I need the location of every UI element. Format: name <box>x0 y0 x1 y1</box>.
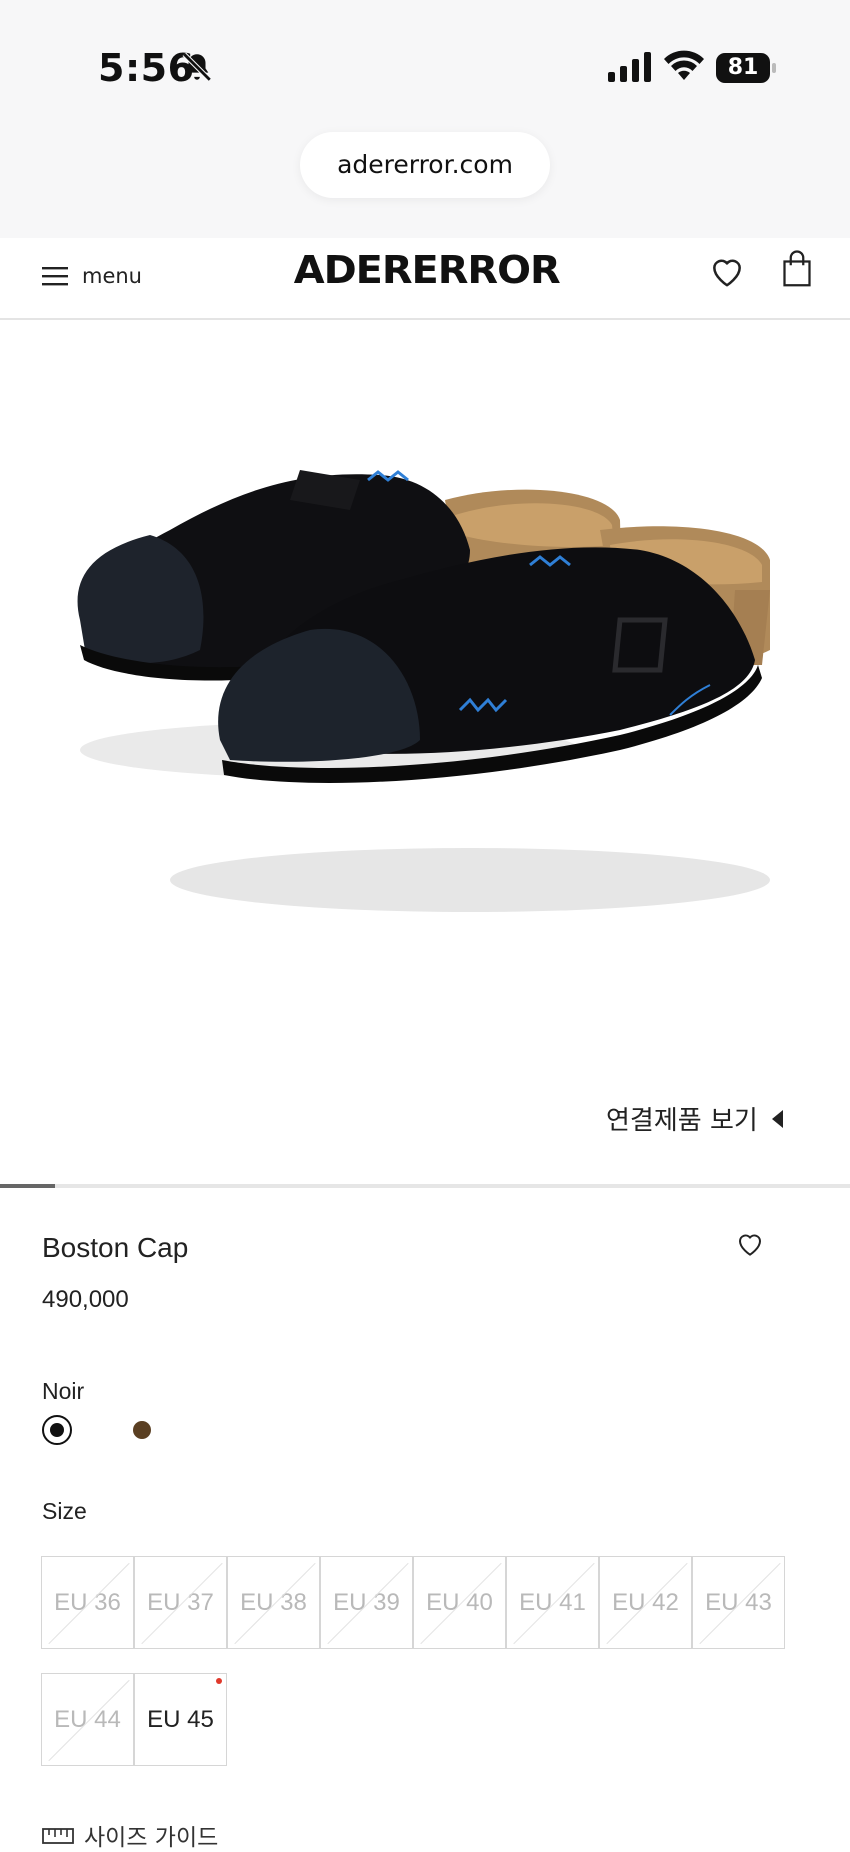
bell-muted-icon <box>182 52 212 82</box>
size-guide-link[interactable]: 사이즈 가이드 <box>42 1818 218 1852</box>
color-swatch-brown[interactable] <box>133 1421 151 1439</box>
related-products-label: 연결제품 보기 <box>606 1106 758 1136</box>
product-name: Boston Cap <box>42 1232 189 1263</box>
product-image-carousel[interactable] <box>0 320 850 1180</box>
hamburger-icon <box>42 267 68 286</box>
add-to-wishlist-heart-icon[interactable] <box>734 1228 766 1260</box>
color-swatch-noir[interactable] <box>42 1415 72 1445</box>
product-photo-clogs <box>77 470 770 912</box>
size-option-eu-45[interactable]: EU 45 <box>134 1673 227 1766</box>
size-option-eu-36[interactable]: EU 36 <box>41 1556 134 1649</box>
menu-label: menu <box>82 264 142 288</box>
brand-logo[interactable]: ADERERROR <box>294 248 561 292</box>
selected-color-label: Noir <box>42 1378 85 1404</box>
size-guide-label: 사이즈 가이드 <box>84 1825 219 1851</box>
size-option-eu-41[interactable]: EU 41 <box>506 1556 599 1649</box>
battery-level: 81 <box>716 53 770 83</box>
url-bar[interactable]: adererror.com <box>300 132 550 198</box>
size-option-eu-40[interactable]: EU 40 <box>413 1556 506 1649</box>
size-option-eu-37[interactable]: EU 37 <box>134 1556 227 1649</box>
size-option-eu-44[interactable]: EU 44 <box>41 1673 134 1766</box>
size-label: Size <box>42 1498 87 1524</box>
related-products-link[interactable]: 연결제품 보기 <box>606 1100 783 1137</box>
wifi-icon <box>664 50 704 80</box>
gallery-progress-bar <box>0 1184 850 1188</box>
battery-icon: 81 <box>716 53 776 83</box>
status-bar: 5:56 81 adererror.com <box>0 0 850 238</box>
cellular-signal-icon <box>608 52 651 82</box>
size-option-eu-42[interactable]: EU 42 <box>599 1556 692 1649</box>
ruler-icon <box>42 1828 74 1844</box>
menu-button[interactable]: menu <box>42 256 142 296</box>
caret-left-icon <box>771 1109 783 1128</box>
site-header: menu ADERERROR <box>0 238 850 320</box>
gallery-progress-fill <box>0 1184 56 1188</box>
size-option-eu-43[interactable]: EU 43 <box>692 1556 785 1649</box>
wishlist-heart-icon[interactable] <box>708 252 746 290</box>
size-option-eu-39[interactable]: EU 39 <box>320 1556 413 1649</box>
shopping-bag-icon[interactable] <box>782 250 812 288</box>
availability-dot <box>216 1678 222 1684</box>
product-price: 490,000 <box>42 1286 129 1313</box>
size-option-eu-38[interactable]: EU 38 <box>227 1556 320 1649</box>
